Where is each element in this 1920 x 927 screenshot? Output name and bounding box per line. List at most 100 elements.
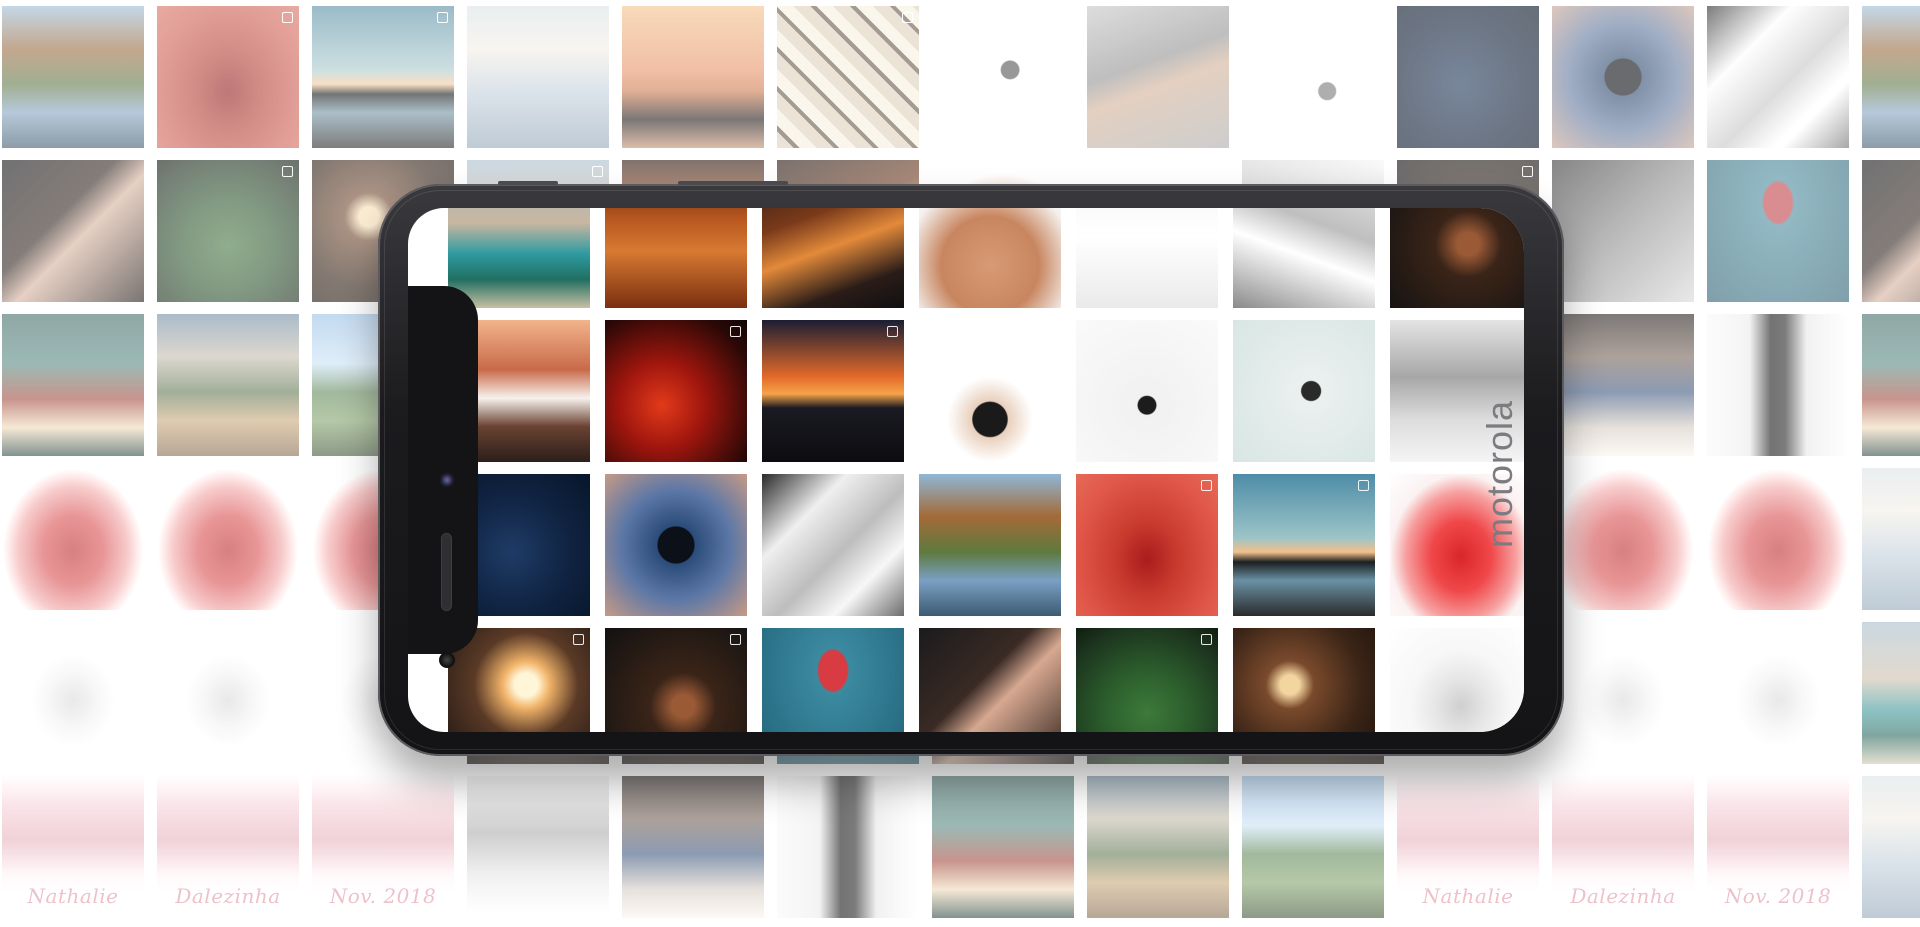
photo-tile-white-outfit[interactable] <box>1707 622 1849 764</box>
photo-tile-monstera-leaves[interactable] <box>1076 628 1218 732</box>
photo-tile-cactus-garden[interactable] <box>1242 776 1384 918</box>
multi-photo-icon <box>1358 480 1369 491</box>
photo-tile-red-gown[interactable] <box>2 468 144 610</box>
photo-tile-white-outfit[interactable] <box>2 622 144 764</box>
photo-tile-dark-portrait-2[interactable] <box>1390 208 1524 308</box>
photo-tile-white-fabric[interactable] <box>1707 6 1849 148</box>
multi-photo-icon <box>573 634 584 645</box>
photo-tile-green-door-woman[interactable] <box>932 776 1074 918</box>
multi-photo-icon <box>1515 634 1524 645</box>
photo-tile-skater-jump[interactable] <box>1233 320 1375 462</box>
photo-tile-polaroid-pink[interactable]: Nathalie <box>1397 776 1539 918</box>
handwritten-caption: Dalezinha <box>175 884 281 908</box>
photo-tile-forest-lake[interactable] <box>2 6 144 148</box>
photo-tile-sunset-beach-man[interactable] <box>622 6 764 148</box>
handwritten-caption: Dalezinha <box>1570 884 1676 908</box>
multi-photo-icon <box>127 628 138 639</box>
photo-tile-white-outfit[interactable] <box>157 622 299 764</box>
photo-tile-arch-city[interactable] <box>1862 468 1920 610</box>
multi-photo-icon <box>592 166 603 177</box>
photo-tile-desert-footprints[interactable] <box>605 208 747 308</box>
photo-tile-ocean-sunset[interactable] <box>762 320 904 462</box>
photo-tile-red-gown[interactable] <box>1707 468 1849 610</box>
photo-tile-blue-ear[interactable] <box>1397 6 1539 148</box>
photo-tile-white-outfit[interactable] <box>1390 628 1524 732</box>
photo-tile-market-stall[interactable] <box>157 314 299 456</box>
photo-tile-dark-portrait-2[interactable] <box>605 628 747 732</box>
multi-photo-icon <box>730 634 741 645</box>
photo-tile-green-door-woman[interactable] <box>1862 314 1920 456</box>
multi-photo-icon <box>1201 480 1212 491</box>
photo-tile-skate-bowl-2[interactable] <box>1233 208 1375 308</box>
photo-tile-polaroid-pink[interactable]: Dalezinha <box>157 776 299 918</box>
photo-tile-portrait-dark[interactable] <box>2 160 144 302</box>
photo-tile-polaroid-pink[interactable]: Dalezinha <box>1552 776 1694 918</box>
photo-tile-white-outfit[interactable] <box>1552 622 1694 764</box>
photo-tile-resort-pool[interactable] <box>448 208 590 308</box>
photo-tile-sitting-man[interactable] <box>1076 320 1218 462</box>
multi-photo-icon <box>902 12 913 23</box>
photo-tile-rose-silhouette[interactable] <box>605 474 747 616</box>
photo-tile-forest-lake[interactable] <box>1862 6 1920 148</box>
photo-tile-skate-bowl[interactable] <box>1076 208 1218 308</box>
photo-tile-skater-white-2[interactable] <box>1242 6 1384 148</box>
smartphone-device: motorola <box>378 181 1564 756</box>
photo-tile-red-dress-duo[interactable] <box>157 6 299 148</box>
photo-tile-white-fabric[interactable] <box>762 474 904 616</box>
photo-tile-black-suit[interactable] <box>777 776 919 918</box>
photo-tile-market-stall[interactable] <box>1087 776 1229 918</box>
multi-photo-icon <box>282 12 293 23</box>
multi-photo-icon <box>1832 628 1843 639</box>
earpiece-speaker <box>442 534 451 610</box>
brand-logo-text: motorola <box>1479 399 1520 549</box>
photo-tile-portrait-dark[interactable] <box>1862 160 1920 302</box>
photo-tile-portrait-dark[interactable] <box>919 628 1061 732</box>
photo-tile-skater-floor[interactable] <box>1087 6 1229 148</box>
handwritten-caption: Nov. 2018 <box>1724 884 1832 908</box>
photo-tile-polaroid-pink[interactable]: Nov. 2018 <box>1707 776 1849 918</box>
multi-photo-icon <box>887 326 898 337</box>
photo-tile-monstera-leaves[interactable] <box>157 160 299 302</box>
photo-tile-cafe-lights[interactable] <box>1233 628 1375 732</box>
photo-tile-red-dress-duo[interactable] <box>1076 474 1218 616</box>
photo-tile-mirror-hall[interactable] <box>777 6 919 148</box>
screen-photo-grid <box>448 208 1524 732</box>
photo-tile-woman-couch[interactable] <box>622 776 764 918</box>
photo-tile-city-night[interactable] <box>762 208 904 308</box>
handwritten-caption: Nov. 2018 <box>329 884 437 908</box>
photo-tile-arch-city[interactable] <box>1862 776 1920 918</box>
photo-tile-sunburst[interactable] <box>448 628 590 732</box>
multi-photo-icon <box>282 166 293 177</box>
multi-photo-icon <box>437 12 448 23</box>
photo-tile-arch-city[interactable] <box>467 6 609 148</box>
photo-tile-green-door-woman[interactable] <box>2 314 144 456</box>
multi-photo-icon <box>1201 634 1212 645</box>
photo-tile-red-top-teal[interactable] <box>1707 160 1849 302</box>
photo-tile-boy-tshirt[interactable] <box>919 320 1061 462</box>
multi-photo-icon <box>730 326 741 337</box>
photo-tile-skater-white[interactable] <box>932 6 1074 148</box>
multi-photo-icon <box>1212 166 1223 177</box>
photo-tile-forest-lake[interactable] <box>919 474 1061 616</box>
photo-tile-red-top-teal[interactable] <box>762 628 904 732</box>
multi-photo-icon <box>1677 628 1688 639</box>
photo-tile-rose-silhouette[interactable] <box>1552 6 1694 148</box>
photo-tile-woman-couch[interactable] <box>1552 314 1694 456</box>
photo-tile-red-gown[interactable] <box>1552 468 1694 610</box>
photo-tile-red-car[interactable] <box>605 320 747 462</box>
photo-tile-polaroid-pink[interactable]: Nov. 2018 <box>312 776 454 918</box>
photo-tile-sunset-lake-man[interactable] <box>312 6 454 148</box>
multi-photo-icon <box>1367 12 1378 23</box>
handwritten-caption: Nathalie <box>27 884 119 908</box>
photo-tile-white-dress-statue[interactable] <box>467 776 609 918</box>
photo-tile-polaroid-pink[interactable]: Nathalie <box>2 776 144 918</box>
photo-tile-hand-portrait[interactable] <box>1552 160 1694 302</box>
photo-tile-sunset-lake-man[interactable] <box>1233 474 1375 616</box>
photo-tile-shirtless-man[interactable] <box>919 208 1061 308</box>
multi-photo-icon <box>282 628 293 639</box>
photo-tile-black-suit[interactable] <box>1707 314 1849 456</box>
photo-tile-red-gown[interactable] <box>157 468 299 610</box>
secondary-camera-icon <box>439 652 455 668</box>
handwritten-caption: Nathalie <box>1422 884 1514 908</box>
photo-tile-resort-pool[interactable] <box>1862 622 1920 764</box>
